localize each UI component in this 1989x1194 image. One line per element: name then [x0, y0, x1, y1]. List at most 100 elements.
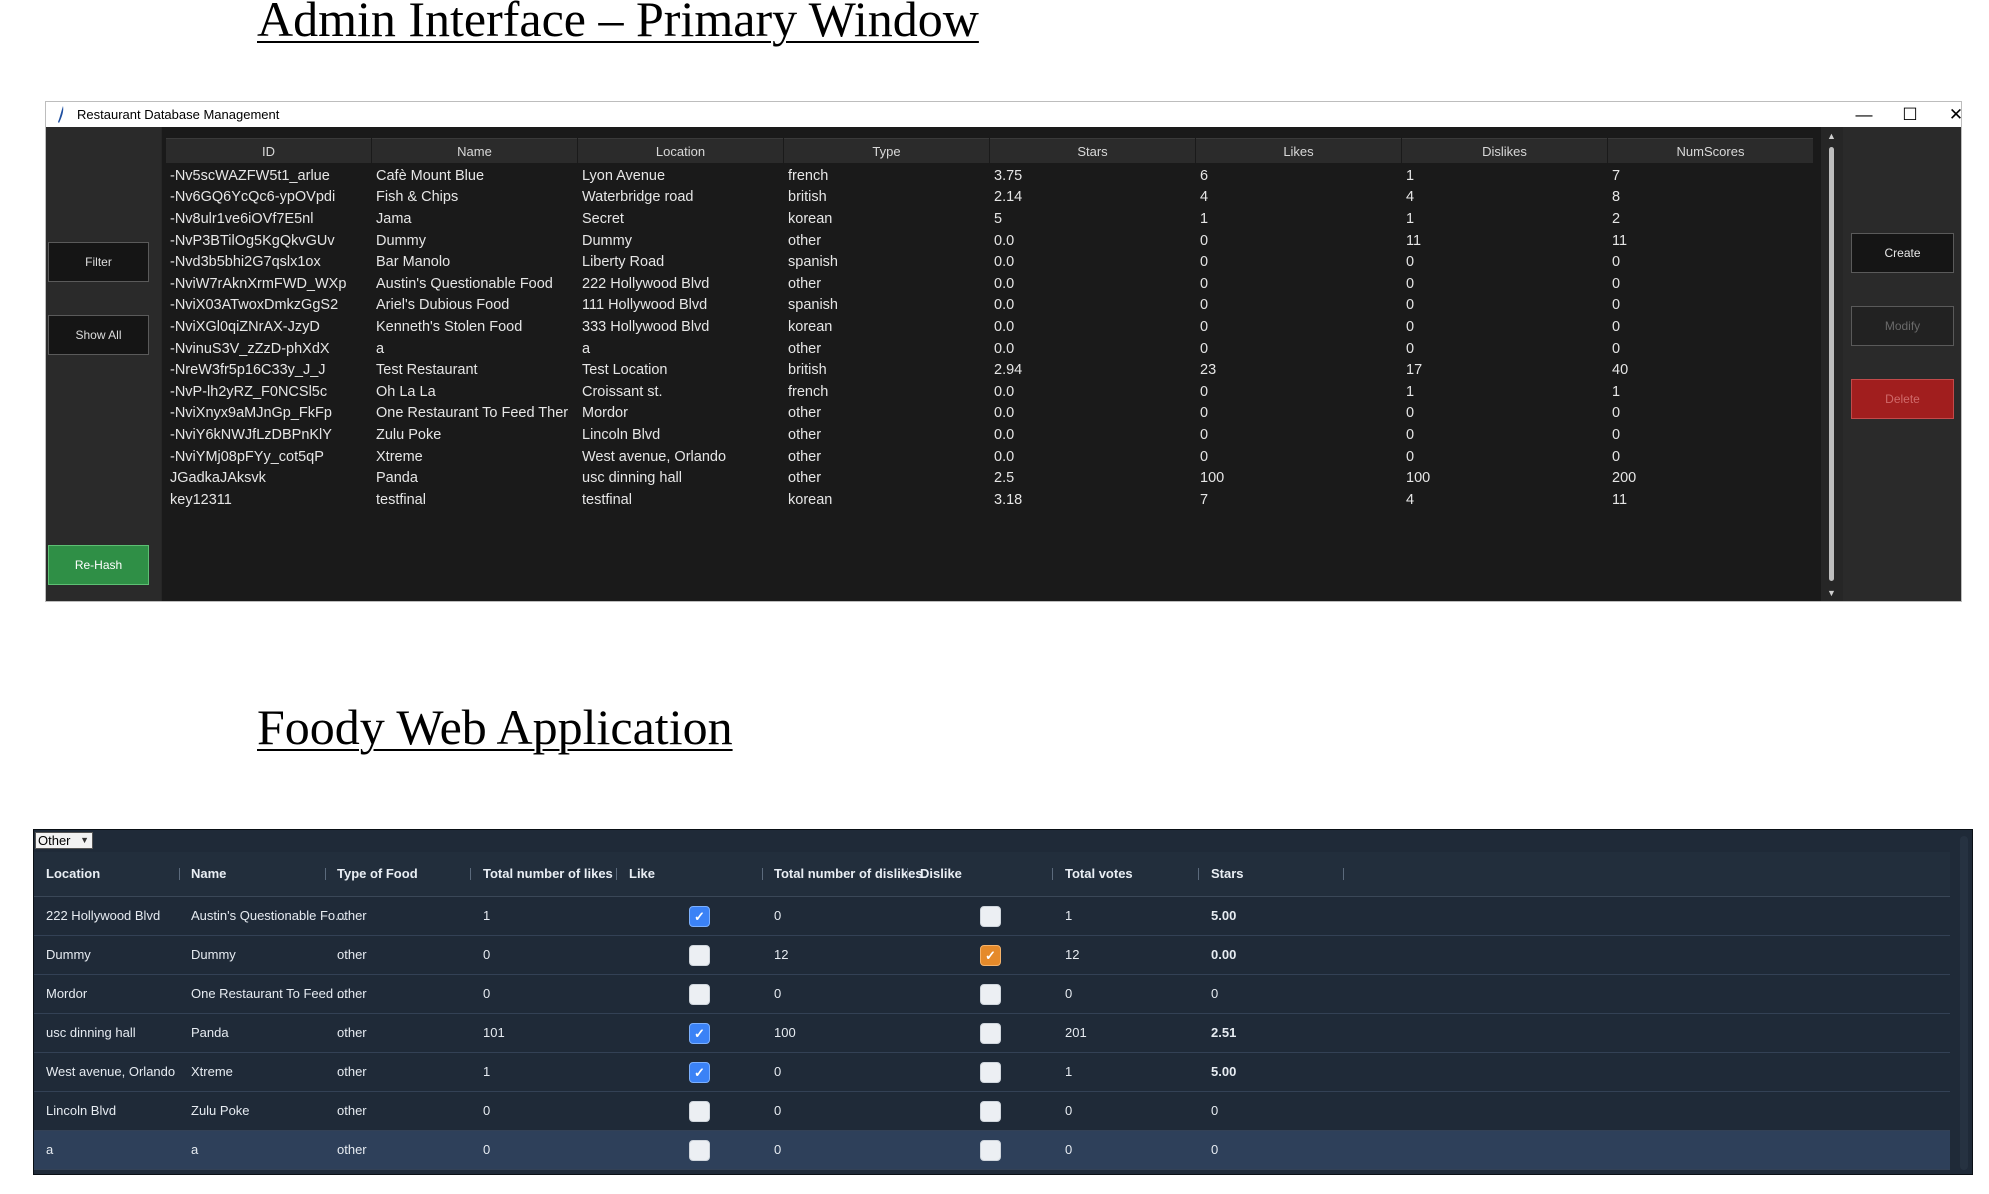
like-checkbox[interactable] — [689, 1140, 710, 1161]
table-row[interactable]: -NreW3fr5p16C33y_J_J Test Restaurant Test … — [166, 359, 1814, 381]
cell-numscores: 11 — [1612, 491, 1628, 508]
dislike-checkbox[interactable] — [980, 1023, 1001, 1044]
foody-table-row[interactable]: Lincoln Blvd Zulu Poke other 0 0 0 0 — [34, 1092, 1950, 1131]
scrollbar-thumb[interactable] — [1829, 147, 1834, 581]
create-button[interactable]: Create — [1851, 233, 1954, 273]
table-row[interactable]: -Nvd3b5bhi2G7qslx1ox Bar Manolo Liberty Ro… — [166, 251, 1814, 273]
feather-icon — [58, 106, 64, 123]
dislike-checkbox[interactable] — [980, 1140, 1001, 1161]
foody-table-row[interactable]: West avenue, Orlando Xtreme other 1 ✓ 0 1 5.00 — [34, 1053, 1950, 1092]
column-resize-handle[interactable] — [1343, 868, 1344, 880]
cell-stars: 0.0 — [994, 426, 1015, 443]
column-resize-handle[interactable] — [762, 868, 763, 880]
column-header-dislikes[interactable]: Dislikes — [1402, 138, 1607, 163]
table-row[interactable]: -NvP3BTilOg5KgQkvGUv Dummy Dummy other 0.0 0 1… — [166, 230, 1814, 252]
like-checkbox[interactable]: ✓ — [689, 1062, 710, 1083]
foody-table-row[interactable]: Mordor One Restaurant To Feed ... other 0 0 0… — [34, 975, 1950, 1014]
table-row[interactable]: -Nv6GQ6YcQc6-ypOVpdi Fish & Chips Waterbri… — [166, 187, 1814, 209]
table-row[interactable]: key12311 testfinal testfinal korean 3.18 7 4 11 — [166, 489, 1814, 511]
foody-column-stars[interactable]: Stars — [1211, 852, 1244, 896]
foody-column-type-of-food[interactable]: Type of Food — [337, 852, 418, 896]
close-button[interactable]: ✕ — [1933, 102, 1979, 127]
modify-button[interactable]: Modify — [1851, 306, 1954, 346]
column-resize-handle[interactable] — [470, 868, 471, 880]
foody-column-location[interactable]: Location — [46, 852, 100, 896]
maximize-button[interactable]: ☐ — [1887, 102, 1933, 127]
table-row[interactable]: -Nv8ulr1ve6iOVf7E5nl Jama Secret korean 5 1 1 2 — [166, 208, 1814, 230]
table-row[interactable]: -Nv5scWAZFW5t1_arlue Cafè Mount Blue Lyon … — [166, 165, 1814, 187]
column-resize-handle[interactable] — [907, 868, 908, 880]
cell-type: other — [788, 232, 822, 249]
column-resize-handle[interactable] — [616, 868, 617, 880]
dislike-checkbox[interactable]: ✓ — [980, 945, 1001, 966]
cell-stars: 0.0 — [994, 275, 1015, 292]
delete-button[interactable]: Delete — [1851, 379, 1954, 419]
table-row[interactable]: -NviYMj08pFYy_cot5qP Xtreme West avenue, O… — [166, 446, 1814, 468]
cell-likes: 4 — [1200, 189, 1209, 206]
table-row[interactable]: -NviXGl0qiZNrAX-JzyD Kenneth's Stolen Foo… — [166, 316, 1814, 338]
check-icon: ✓ — [694, 1025, 705, 1041]
like-checkbox[interactable]: ✓ — [689, 1023, 710, 1044]
dislike-checkbox[interactable] — [980, 1062, 1001, 1083]
foody-column-total-number-of-likes[interactable]: Total number of likes — [483, 852, 613, 896]
column-header-id[interactable]: ID — [166, 138, 371, 163]
cell-likes: 6 — [1200, 167, 1209, 184]
type-filter-value: Other — [38, 833, 71, 848]
foody-column-total-number-of-dislikes[interactable]: Total number of dislikes — [774, 852, 923, 896]
column-resize-handle[interactable] — [325, 868, 326, 880]
dislike-checkbox[interactable] — [980, 984, 1001, 1005]
foody-column-name[interactable]: Name — [191, 852, 226, 896]
column-resize-handle[interactable] — [1198, 868, 1199, 880]
column-header-type[interactable]: Type — [784, 138, 989, 163]
table-row[interactable]: -NvP-lh2yRZ_F0NCSl5c Oh La La Croissant st… — [166, 381, 1814, 403]
cell-dislikes: 0 — [1406, 275, 1415, 292]
foody-cell-location: 222 Hollywood Blvd — [46, 908, 161, 923]
table-row[interactable]: JGadkaJAksvk Panda usc dinning hall other 2.… — [166, 467, 1814, 489]
column-resize-handle[interactable] — [1052, 868, 1053, 880]
like-checkbox[interactable] — [689, 945, 710, 966]
cell-numscores: 1 — [1612, 383, 1621, 400]
scroll-up-arrow-icon[interactable]: ▲ — [1827, 131, 1836, 141]
cell-name: Bar Manolo — [376, 254, 451, 271]
column-header-location[interactable]: Location — [578, 138, 783, 163]
foody-table-row[interactable]: a a other 0 0 0 0 — [34, 1131, 1950, 1170]
like-checkbox[interactable] — [689, 1101, 710, 1122]
cell-type: korean — [788, 491, 833, 508]
type-filter-dropdown[interactable]: Other ▼ — [35, 832, 93, 849]
cell-stars: 0.0 — [994, 383, 1015, 400]
column-header-numscores[interactable]: NumScores — [1608, 138, 1813, 163]
vertical-scrollbar[interactable]: ▲ ▼ — [1825, 131, 1839, 598]
like-checkbox[interactable]: ✓ — [689, 906, 710, 927]
foody-table-row[interactable]: Dummy Dummy other 0 12 ✓ 12 0.00 — [34, 936, 1950, 975]
column-header-likes[interactable]: Likes — [1196, 138, 1401, 163]
cell-name: Test Restaurant — [376, 362, 478, 379]
foody-scrollbar[interactable] — [1960, 836, 1968, 1170]
filter-button[interactable]: Filter — [48, 242, 149, 282]
like-checkbox[interactable] — [689, 984, 710, 1005]
rehash-button[interactable]: Re-Hash — [48, 545, 149, 585]
table-row[interactable]: -NviX03ATwoxDmkzGgS2 Ariel's Dubious Food… — [166, 295, 1814, 317]
foody-column-total-votes[interactable]: Total votes — [1065, 852, 1133, 896]
dislike-checkbox[interactable] — [980, 906, 1001, 927]
foody-column-dislike[interactable]: Dislike — [920, 852, 962, 896]
cell-likes: 0 — [1200, 448, 1209, 465]
foody-table-row[interactable]: usc dinning hall Panda other 101 ✓ 100 201 2.51 — [34, 1014, 1950, 1053]
minimize-button[interactable]: — — [1841, 102, 1887, 127]
table-row[interactable]: -NviXnyx9aMJnGp_FkFp One Restaurant To Fe… — [166, 403, 1814, 425]
column-header-name[interactable]: Name — [372, 138, 577, 163]
scroll-down-arrow-icon[interactable]: ▼ — [1827, 588, 1836, 598]
table-row[interactable]: -NvinuS3V_zZzD-phXdX a a other 0.0 0 0 0 — [166, 338, 1814, 360]
row-content — [34, 1053, 1741, 1091]
dislike-checkbox[interactable] — [980, 1101, 1001, 1122]
column-resize-handle[interactable] — [179, 868, 180, 880]
cell-name: Fish & Chips — [376, 189, 459, 206]
foody-table-row[interactable]: 222 Hollywood Blvd Austin's Questionable … — [34, 897, 1950, 936]
table-row[interactable]: -NviY6kNWJfLzDBPnKlY Zulu Poke Lincoln Blv… — [166, 424, 1814, 446]
table-row[interactable]: -NviW7rAknXrmFWD_WXp Austin's Questionabl… — [166, 273, 1814, 295]
cell-stars: 5 — [994, 210, 1003, 227]
column-header-stars[interactable]: Stars — [990, 138, 1195, 163]
cell-dislikes: 1 — [1406, 167, 1415, 184]
cell-stars: 0.0 — [994, 448, 1015, 465]
show-all-button[interactable]: Show All — [48, 315, 149, 355]
foody-column-like[interactable]: Like — [629, 852, 655, 896]
